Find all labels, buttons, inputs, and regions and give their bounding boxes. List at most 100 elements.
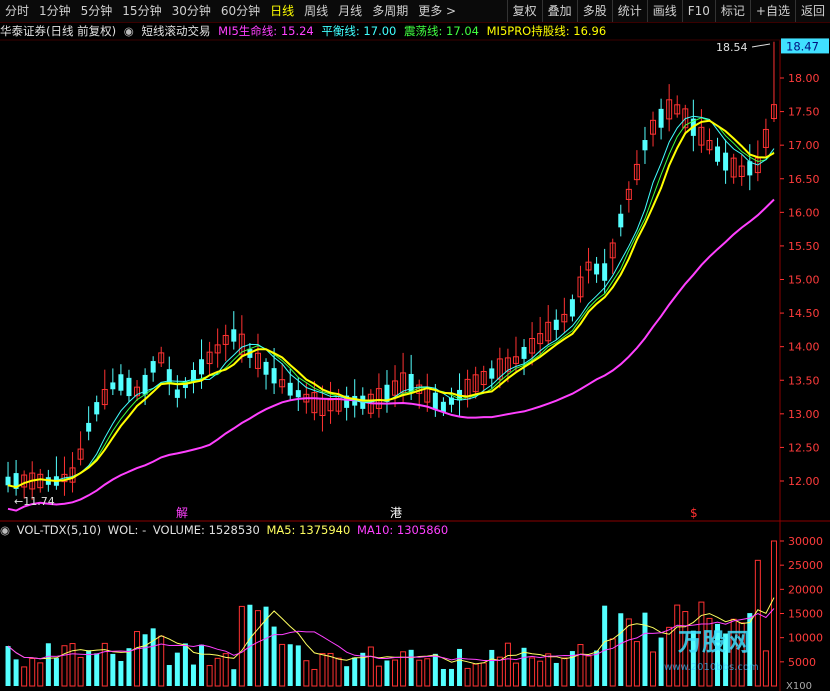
volume-bar-up <box>319 653 326 687</box>
volume-bar-up <box>770 540 777 687</box>
volume-tick-label: 10000 <box>788 632 823 645</box>
event-marker: $ <box>690 506 698 520</box>
volume-bar-up <box>762 650 769 687</box>
candle-body-down <box>723 152 729 171</box>
volume-bar-up <box>666 626 673 687</box>
volume-bar-up <box>77 656 84 687</box>
volume-unit-label: X100 <box>786 681 812 691</box>
candle-body-down <box>295 390 301 398</box>
candle-body-down <box>5 476 11 486</box>
volume-bar-up <box>472 663 479 687</box>
volume-bar-down <box>432 653 438 686</box>
volume-bar-up <box>496 656 503 687</box>
candle-body-down <box>747 161 753 176</box>
volume-bar-up <box>238 605 245 687</box>
candle-body-down <box>110 382 116 390</box>
volume-bar-up <box>464 667 471 687</box>
candle-body-down <box>553 319 559 330</box>
volume-bar-up <box>529 657 536 687</box>
volume-bar-down <box>118 660 124 686</box>
candle-body-down <box>287 382 293 396</box>
candle-body-down <box>199 359 205 375</box>
volume-bar-up <box>416 659 423 687</box>
volume-bar-down <box>352 657 358 686</box>
candle-body-down <box>658 108 664 128</box>
volume-bar-down <box>553 662 559 686</box>
volume-bar-down <box>53 658 59 686</box>
volume-bar-up <box>585 655 592 687</box>
volume-bar-down <box>45 643 51 686</box>
volume-bar-down <box>13 659 19 686</box>
low-price-label: ←11.74 <box>14 495 55 508</box>
volume-bar-up <box>375 665 382 687</box>
volume-bar-up <box>650 651 657 687</box>
volume-bar-up <box>254 610 261 687</box>
price-tick-label: 15.50 <box>788 240 820 253</box>
volume-tick-label: 20000 <box>788 583 823 596</box>
volume-bar-up <box>504 642 511 687</box>
volume-bar-down <box>150 628 156 686</box>
volume-bar-up <box>512 662 519 687</box>
high-price-label: 18.54 <box>716 41 748 54</box>
candle-body-down <box>432 392 438 410</box>
volume-bar-down <box>182 643 188 686</box>
volume-bar-down <box>489 649 495 686</box>
candle-body-down <box>618 213 624 228</box>
volume-bar-up <box>222 653 229 687</box>
volume-bar-up <box>311 668 318 687</box>
volume-bar-down <box>190 664 196 686</box>
price-tick-label: 13.50 <box>788 374 820 387</box>
price-tick-label: 12.00 <box>788 475 820 488</box>
volume-bar-down <box>384 660 390 686</box>
volume-bar-down <box>110 653 116 686</box>
candle-body-down <box>166 369 172 383</box>
balance-line <box>7 115 775 488</box>
candle-body-down <box>126 377 132 397</box>
volume-bar-up <box>279 643 286 687</box>
candle-body-down <box>594 263 600 275</box>
volume-bar-down <box>295 645 301 686</box>
price-tick-label: 14.00 <box>788 341 820 354</box>
candle-body-down <box>94 402 100 415</box>
volume-bar-down <box>263 606 269 686</box>
oscillation-line <box>7 117 775 488</box>
candle-body-down <box>408 373 414 393</box>
volume-bar-up <box>61 645 68 687</box>
price-tick-label: 15.00 <box>788 274 820 287</box>
volume-bar-up <box>424 658 431 687</box>
kline-chart[interactable]: 18.00 17.50 17.00 16.50 16.00 15.50 15.00 14.50… <box>0 0 830 691</box>
event-marker: 港 <box>390 506 402 520</box>
volume-bar-down <box>166 664 172 686</box>
candle-body-down <box>642 140 648 151</box>
volume-tick-label: 15000 <box>788 608 823 621</box>
candle-body-down <box>602 263 608 281</box>
volume-bar-down <box>126 648 132 686</box>
volume-tick-label: 25000 <box>788 559 823 572</box>
volume-bar-up <box>537 660 544 687</box>
volume-bar-up <box>561 657 568 687</box>
candle-body-down <box>231 329 237 342</box>
volume-bar-down <box>142 634 148 686</box>
volume-bar-up <box>303 660 310 687</box>
volume-bar-down <box>618 613 624 686</box>
volume-tick-label: 5000 <box>788 656 816 669</box>
mi5-life-line <box>7 198 775 512</box>
volume-bar-up <box>214 657 221 687</box>
volume-bar-up <box>69 643 76 687</box>
volume-bar-down <box>594 650 600 686</box>
price-tick-label: 16.50 <box>788 173 820 186</box>
volume-bar-down <box>199 644 205 686</box>
volume-bar-down <box>94 653 100 686</box>
volume-bar-up <box>335 657 342 687</box>
volume-bar-up <box>392 659 399 687</box>
volume-bar-down <box>658 637 664 686</box>
volume-bar-down <box>231 669 237 686</box>
price-tick-label: 14.50 <box>788 307 820 320</box>
volume-bar-down <box>457 648 463 686</box>
volume-bar-down <box>521 647 527 686</box>
candle-body-down <box>271 368 277 384</box>
volume-bar-up <box>327 652 334 687</box>
volume-bar-up <box>480 662 487 687</box>
watermark-url: www.2010bbs.com <box>664 662 759 673</box>
watermark-brand: 万股网 <box>678 628 750 656</box>
